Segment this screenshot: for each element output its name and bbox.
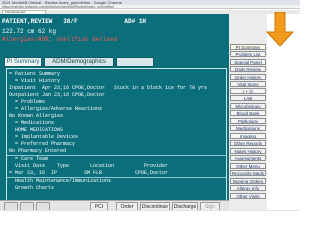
summary-row[interactable]: = Allergies/Adverse Reactions xyxy=(9,106,102,112)
footer-button-1[interactable] xyxy=(4,202,18,210)
vital-signs-button[interactable]: Vital Signs xyxy=(230,81,266,87)
summary-row: HOME MEDICATIONS xyxy=(9,127,64,133)
daily-review-button[interactable]: Daily Review xyxy=(230,66,266,72)
blood-bank-button[interactable]: Blood Bank xyxy=(230,110,266,116)
address-bar[interactable]: https://mehelp.indyumk.com/mi/prism/medV… xyxy=(0,5,300,9)
intake-output-button[interactable]: I + O xyxy=(230,88,266,94)
tab-adm-demographics[interactable]: ADM/Demographics xyxy=(44,57,114,67)
special-panel-button[interactable]: Special Panel xyxy=(230,59,266,65)
summary-row: Inpatient Apr 23,16 CPOE,Doctor Stuck in… xyxy=(9,85,208,91)
summary-row[interactable]: = Problems xyxy=(9,99,45,105)
clinical-nav-panel: Pt Summary Problem List Special Panel Da… xyxy=(229,14,267,210)
discharge-button[interactable]: Discharge xyxy=(172,202,198,210)
summary-row: No Pharmacy Entered xyxy=(9,148,67,154)
pci-button[interactable]: PCI xyxy=(90,202,108,210)
allergy-info-button[interactable]: Allergy Info xyxy=(230,185,266,191)
summary-row: Visit Date Type Location Provider xyxy=(9,163,169,169)
imaging-button[interactable]: Imaging xyxy=(230,133,266,139)
summary-row[interactable]: = Mar 23, 16 IP SM FLR CPOE,Doctor xyxy=(9,170,168,176)
pt-summary-button[interactable]: Pt Summary xyxy=(230,44,266,50)
other-visits-button[interactable]: Other Visits xyxy=(230,193,266,199)
microbiology-button[interactable]: Microbiology xyxy=(230,103,266,109)
summary-row: No Known Allergies xyxy=(9,113,64,119)
medications-button[interactable]: Medications xyxy=(230,125,266,131)
summary-row[interactable]: = Care Team xyxy=(9,156,48,162)
sign-button[interactable]: Sign xyxy=(200,202,220,210)
other-reports-button[interactable]: Other Reports xyxy=(230,140,266,146)
bottom-margin xyxy=(0,210,300,225)
summary-row[interactable]: = Medications xyxy=(9,120,54,126)
other-menu-button[interactable]: Other Menu xyxy=(230,163,266,169)
nursing-orders-button[interactable]: Nursing Orders xyxy=(230,178,266,184)
vitals-line: 122.72 cm 62 kg xyxy=(2,28,57,35)
notes-history-button[interactable]: Notes History xyxy=(230,148,266,154)
order-history-button[interactable]: Order History xyxy=(230,74,266,80)
tab-pt-summary[interactable]: Pt Summary xyxy=(4,57,42,67)
reconcile-meds-button[interactable]: Reconcile Meds xyxy=(230,170,266,176)
problem-list-button[interactable]: Problem List xyxy=(230,51,266,57)
lab-button[interactable]: LAB xyxy=(230,95,266,101)
patient-header: PATIENT,REVIEW 38/F AD# 1H xyxy=(2,18,147,25)
tab-blank[interactable] xyxy=(116,57,154,67)
summary-row[interactable]: = Patient Summary xyxy=(9,71,60,77)
footer-button-2[interactable] xyxy=(20,202,34,210)
clinical-review-terminal: PATIENT,REVIEW 38/F AD# 1H 122.72 cm 62 … xyxy=(0,14,229,210)
summary-row[interactable]: Health Maintenance/Immunizations xyxy=(9,178,111,184)
summary-row: Outpatient Jan 23,16 CPOE,Doctor xyxy=(9,92,106,98)
summary-frame: = Patient Summary = Visit History Inpati… xyxy=(6,68,227,202)
footer-button-3[interactable] xyxy=(36,202,50,210)
pointer-arrow-icon xyxy=(265,12,295,46)
order-button[interactable]: Order xyxy=(116,202,138,210)
allergy-alert: Allergies/ADR: shellfish derived xyxy=(2,36,118,43)
assessments-button[interactable]: Assessments xyxy=(230,155,266,161)
summary-row[interactable]: = Preferred Pharmacy xyxy=(9,141,75,147)
discontinue-button[interactable]: Discontinue xyxy=(140,202,170,210)
summary-row[interactable]: Growth Charts xyxy=(9,185,54,191)
pathology-button[interactable]: Pathology xyxy=(230,118,266,124)
action-footer: PCI Order Discontinue Discharge Sign xyxy=(0,200,229,210)
summary-row[interactable]: = Implantable Devices xyxy=(9,134,78,140)
summary-row[interactable]: = Visit History xyxy=(9,78,60,84)
